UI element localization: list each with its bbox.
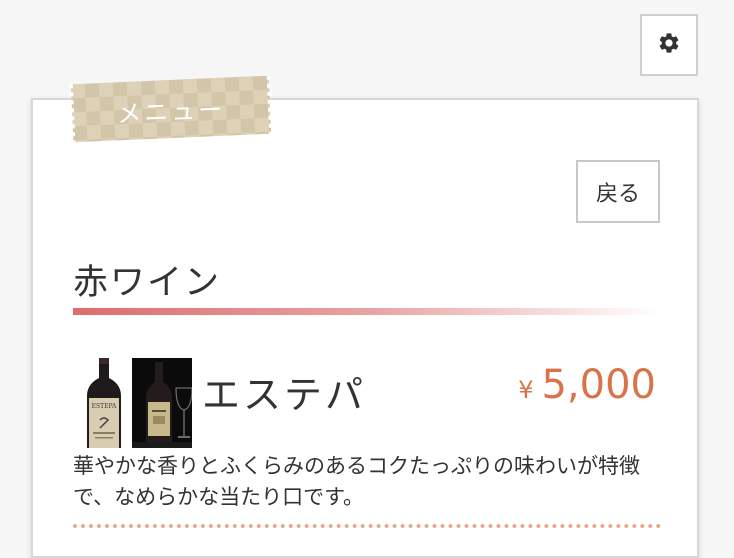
gear-icon [657,31,681,59]
back-button[interactable]: 戻る [576,160,660,223]
section-title: 赤ワイン [73,263,222,303]
menu-card: 戻る 赤ワイン ESTEPA エステパ ¥ 5,000 華やかな香りとふくらみの… [31,98,699,558]
settings-button[interactable] [640,14,698,76]
back-button-label: 戻る [595,181,640,207]
product-price: ¥ 5,000 [518,362,656,408]
item-divider [73,524,661,528]
price-currency: ¥ [518,376,534,404]
section-underline [73,308,659,315]
wine-bottle-image[interactable]: ESTEPA [81,358,127,448]
svg-text:ESTEPA: ESTEPA [92,403,117,410]
menu-tag: メニュー [70,75,272,143]
product-description: 華やかな香りとふくらみのあるコクたっぷりの味わいが特徴で、なめらかな当たり口です… [73,454,640,509]
product-name: エステパ [202,373,367,417]
wine-bottle-glass-image[interactable] [132,358,192,448]
price-value: 5,000 [541,362,656,408]
menu-tag-label: メニュー [116,95,226,128]
